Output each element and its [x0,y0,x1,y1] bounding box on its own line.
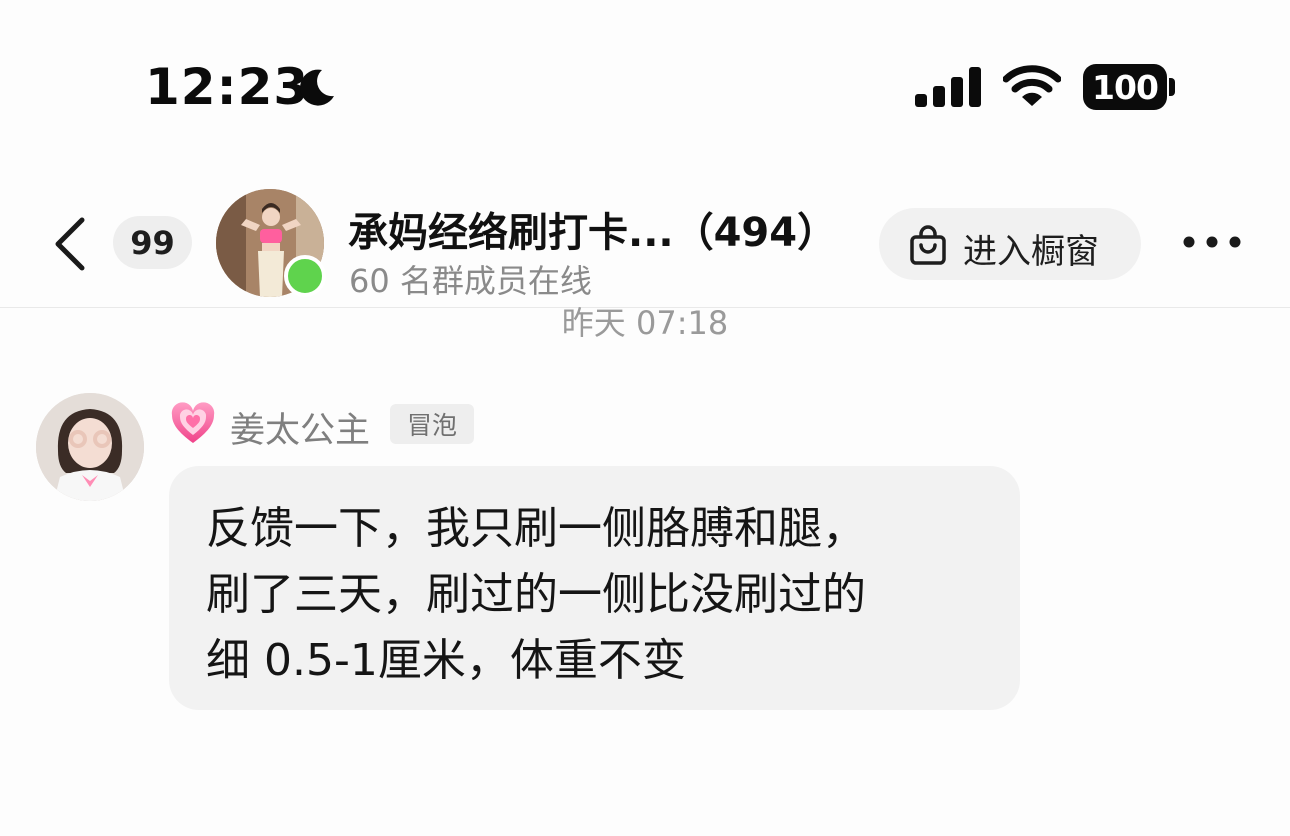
group-title[interactable]: 承妈经络刷打卡...（494） [348,200,858,258]
message-line: 反馈一下，我只刷一侧胳膊和腿， [206,503,866,554]
cellular-signal-icon [915,67,981,107]
message-line: 细 0.5-1厘米，体重不变 [206,635,686,686]
unread-count-badge[interactable]: 99 [113,216,192,269]
message-line: 刷了三天，刷过的一侧比没刷过的 [206,569,866,620]
shopping-bag-icon [910,225,946,265]
online-members-count: 60 名群成员在线 [349,262,592,300]
enter-showcase-label: 进入橱窗 [963,232,1099,272]
sender-avatar-figure [36,393,144,501]
chat-screen: 12:23 100 99 承妈经络刷打卡...（494） 60 名群成员在线 进… [0,0,1290,836]
battery-level: 100 [1092,67,1159,107]
status-time: 12:23 [145,58,310,116]
enter-showcase-button[interactable]: 进入橱窗 [879,208,1141,280]
battery-indicator: 100 [1083,64,1167,110]
status-bar: 12:23 100 [0,0,1290,150]
sender-avatar[interactable] [36,393,144,501]
online-status-dot [284,255,326,297]
sender-name[interactable]: 姜太公主 [230,402,370,453]
message-timestamp: 昨天 07:18 [561,304,729,342]
pink-heart-icon [171,402,215,443]
wifi-icon [1003,65,1061,106]
moon-icon [300,69,334,106]
battery-nub [1169,78,1175,96]
chevron-left-icon[interactable] [50,216,90,272]
member-level-tag: 冒泡 [390,404,474,444]
chat-header: 99 承妈经络刷打卡...（494） 60 名群成员在线 进入橱窗 [0,170,1290,308]
message-bubble[interactable]: 反馈一下，我只刷一侧胳膊和腿， 刷了三天，刷过的一侧比没刷过的 细 0.5-1厘… [169,466,1020,710]
more-horizontal-icon[interactable] [1182,230,1242,254]
